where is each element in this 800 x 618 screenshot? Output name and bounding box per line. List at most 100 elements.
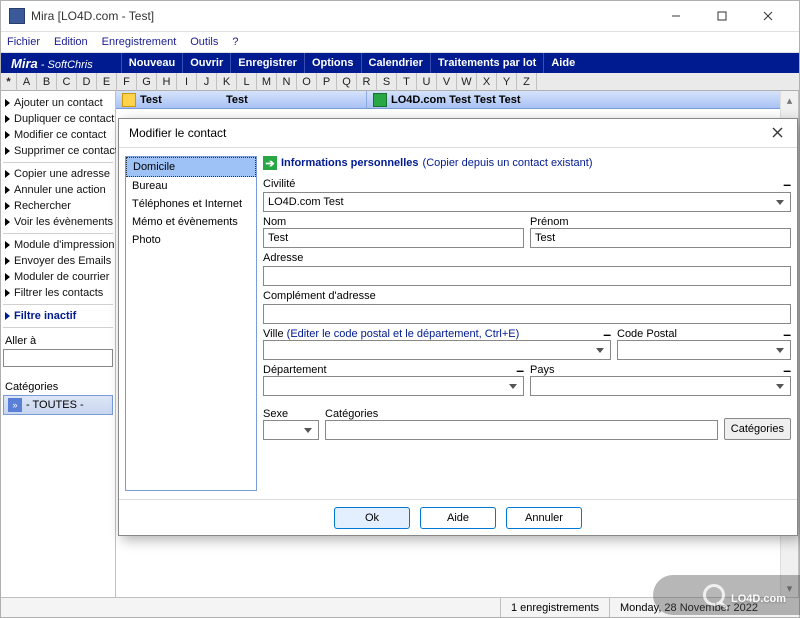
ville-select[interactable] [263, 340, 611, 360]
collapse-icon[interactable]: – [783, 180, 791, 188]
alpha-g[interactable]: G [137, 73, 157, 91]
list-col-1a[interactable]: Test [140, 94, 162, 106]
scroll-up-icon[interactable]: ▴ [781, 91, 798, 109]
categories-select[interactable]: » - TOUTES - [3, 395, 113, 415]
civilite-select[interactable]: LO4D.com Test [263, 192, 791, 212]
sidebar-item-delete[interactable]: Supprimer ce contact [3, 143, 113, 159]
alpha-n[interactable]: N [277, 73, 297, 91]
tab-photo[interactable]: Photo [126, 231, 256, 249]
menu-help[interactable]: ? [232, 36, 238, 48]
sidebar-item-mail-module[interactable]: Moduler de courrier [3, 269, 113, 285]
goto-input[interactable] [3, 349, 113, 367]
prenom-input[interactable] [530, 228, 791, 248]
alpha-all[interactable]: * [1, 73, 17, 91]
categories-input[interactable] [325, 420, 718, 440]
menu-outils[interactable]: Outils [190, 36, 218, 48]
alpha-k[interactable]: K [217, 73, 237, 91]
label-nom: Nom [263, 214, 524, 228]
sidebar-item-modify[interactable]: Modifier ce contact [3, 127, 113, 143]
alpha-x[interactable]: X [477, 73, 497, 91]
alpha-i[interactable]: I [177, 73, 197, 91]
alpha-j[interactable]: J [197, 73, 217, 91]
sidebar-item-add[interactable]: Ajouter un contact [3, 95, 113, 111]
sidebar-item-copy-address[interactable]: Copier une adresse [3, 166, 113, 182]
collapse-icon[interactable]: – [783, 330, 791, 338]
alpha-r[interactable]: R [357, 73, 377, 91]
sidebar-item-print[interactable]: Module d'impression [3, 237, 113, 253]
tb-calendrier[interactable]: Calendrier [361, 53, 430, 73]
nom-input[interactable] [263, 228, 524, 248]
tb-aide[interactable]: Aide [543, 53, 582, 73]
tab-domicile[interactable]: Domicile [126, 157, 256, 177]
alpha-f[interactable]: F [117, 73, 137, 91]
sidebar-item-events[interactable]: Voir les évènements [3, 214, 113, 230]
menu-fichier[interactable]: Fichier [7, 36, 40, 48]
alpha-a[interactable]: A [17, 73, 37, 91]
list-col-2[interactable]: LO4D.com Test Test Test [366, 91, 798, 108]
copy-from-existing-link[interactable]: (Copier depuis un contact existant) [423, 157, 593, 169]
dialog-close-button[interactable] [767, 126, 787, 141]
alpha-m[interactable]: M [257, 73, 277, 91]
alpha-h[interactable]: H [157, 73, 177, 91]
tb-traitements[interactable]: Traitements par lot [430, 53, 543, 73]
alpha-u[interactable]: U [417, 73, 437, 91]
alpha-v[interactable]: V [437, 73, 457, 91]
alpha-w[interactable]: W [457, 73, 477, 91]
sidebar-item-undo[interactable]: Annuler une action [3, 182, 113, 198]
ok-button[interactable]: Ok [334, 507, 410, 529]
alpha-l[interactable]: L [237, 73, 257, 91]
ville-edit-link[interactable]: (Editer le code postal et le département… [287, 328, 520, 340]
cp-select[interactable] [617, 340, 791, 360]
collapse-icon[interactable]: – [783, 366, 791, 374]
alpha-z[interactable]: Z [517, 73, 537, 91]
sidebar-item-duplicate[interactable]: Dupliquer ce contact [3, 111, 113, 127]
alpha-y[interactable]: Y [497, 73, 517, 91]
alpha-e[interactable]: E [97, 73, 117, 91]
tab-telephones[interactable]: Téléphones et Internet [126, 195, 256, 213]
triangle-icon [5, 115, 10, 123]
sidebar-filter-inactive[interactable]: Filtre inactif [3, 308, 113, 324]
alpha-b[interactable]: B [37, 73, 57, 91]
triangle-icon [5, 147, 10, 155]
tb-nouveau[interactable]: Nouveau [121, 53, 182, 73]
cancel-button[interactable]: Annuler [506, 507, 582, 529]
categories-button[interactable]: Catégories [724, 418, 791, 440]
sidebar-item-search[interactable]: Rechercher [3, 198, 113, 214]
close-icon [763, 11, 773, 21]
tab-bureau[interactable]: Bureau [126, 177, 256, 195]
close-button[interactable] [745, 1, 791, 31]
menu-edition[interactable]: Edition [54, 36, 88, 48]
list-col-1b[interactable]: Test [226, 93, 366, 107]
maximize-button[interactable] [699, 1, 745, 31]
collapse-icon[interactable]: – [603, 330, 611, 338]
menubar: Fichier Edition Enregistrement Outils ? [1, 31, 799, 53]
adresse-input[interactable] [263, 266, 791, 286]
alpha-o[interactable]: O [297, 73, 317, 91]
sidebar-item-send-emails[interactable]: Envoyer des Emails [3, 253, 113, 269]
dialog-titlebar: Modifier le contact [119, 119, 797, 147]
minimize-button[interactable] [653, 1, 699, 31]
alpha-c[interactable]: C [57, 73, 77, 91]
titlebar: Mira [LO4D.com - Test] [1, 1, 799, 31]
collapse-icon[interactable]: – [516, 366, 524, 374]
triangle-icon [5, 289, 10, 297]
tb-options[interactable]: Options [304, 53, 361, 73]
triangle-icon [5, 202, 10, 210]
menu-enregistrement[interactable]: Enregistrement [102, 36, 177, 48]
tb-enregistrer[interactable]: Enregistrer [230, 53, 304, 73]
alpha-p[interactable]: P [317, 73, 337, 91]
tb-ouvrir[interactable]: Ouvrir [182, 53, 230, 73]
tab-memo[interactable]: Mémo et évènements [126, 213, 256, 231]
pays-select[interactable] [530, 376, 791, 396]
app-icon [9, 8, 25, 24]
alpha-d[interactable]: D [77, 73, 97, 91]
help-button[interactable]: Aide [420, 507, 496, 529]
alpha-q[interactable]: Q [337, 73, 357, 91]
sexe-select[interactable] [263, 420, 319, 440]
alpha-s[interactable]: S [377, 73, 397, 91]
alpha-t[interactable]: T [397, 73, 417, 91]
dept-select[interactable] [263, 376, 524, 396]
complement-input[interactable] [263, 304, 791, 324]
sidebar-item-filter[interactable]: Filtrer les contacts [3, 285, 113, 301]
label-categories: Catégories [325, 406, 718, 420]
